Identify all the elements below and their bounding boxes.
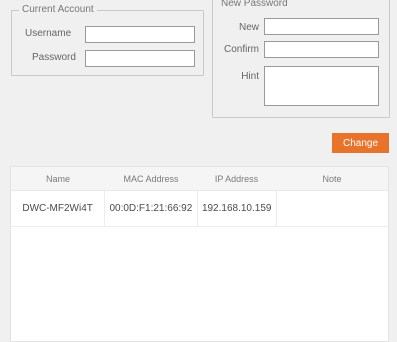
confirm-password-field[interactable] [264,41,379,58]
column-header-ip-address[interactable]: IP Address [197,167,276,190]
column-header-note[interactable]: Note [276,167,388,190]
current-account-title: Current Account [19,4,97,16]
change-button[interactable]: Change [332,133,389,153]
hint-label: Hint [241,71,259,82]
device-table: Name MAC Address IP Address Note DWC-MF2… [10,166,389,342]
column-header-mac-address[interactable]: MAC Address [105,167,197,190]
password-label: Password [32,52,76,63]
confirm-label: Confirm [223,44,259,55]
table-header: Name MAC Address IP Address Note [11,167,388,191]
username-field[interactable] [85,26,195,43]
new-password-field[interactable] [264,18,379,35]
column-header-name[interactable]: Name [11,167,105,190]
device-name-cell: DWC-MF2Wi4T [11,191,106,226]
ip-address-cell: 192.168.10.159 [198,191,277,226]
table-row[interactable]: DWC-MF2Wi4T 00:0D:F1:21:66:92 192.168.10… [11,191,388,227]
mac-address-cell: 00:0D:F1:21:66:92 [105,191,198,226]
note-cell [277,191,388,226]
hint-field[interactable] [264,66,379,106]
username-label: Username [25,28,72,39]
new-password-label: New [238,22,259,33]
new-password-title: New Password [218,0,291,10]
password-field[interactable] [85,50,195,67]
